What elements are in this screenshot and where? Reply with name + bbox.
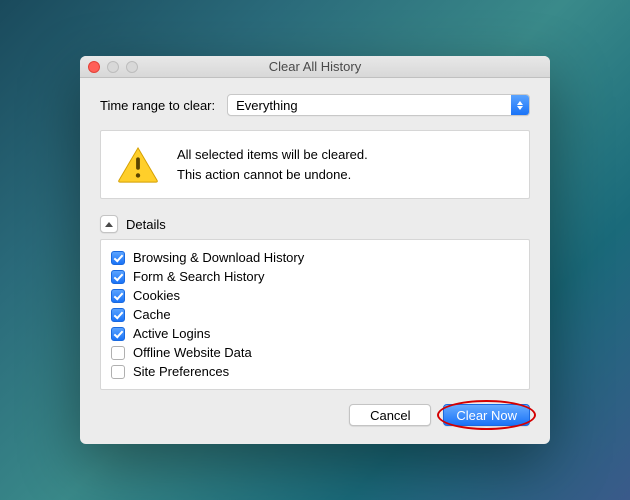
time-range-label: Time range to clear: [100,98,215,113]
dialog-content: Time range to clear: Everything All sele… [80,78,550,444]
checkbox[interactable] [111,251,125,265]
checklist-item-label: Cookies [133,288,180,303]
button-row: Cancel Clear Now [100,404,530,426]
details-checklist: Browsing & Download History Form & Search… [100,239,530,390]
warning-line-2: This action cannot be undone. [177,165,368,185]
time-range-row: Time range to clear: Everything [100,94,530,116]
clear-now-button[interactable]: Clear Now [443,404,530,426]
checklist-row: Cookies [111,286,519,305]
titlebar: Clear All History [80,56,550,78]
chevron-up-icon [105,222,113,227]
details-header: Details [100,213,530,239]
checkbox[interactable] [111,289,125,303]
details-disclosure-button[interactable] [100,215,118,233]
checklist-item-label: Site Preferences [133,364,229,379]
select-arrows-icon [511,95,529,115]
checklist-item-label: Browsing & Download History [133,250,304,265]
warning-panel: All selected items will be cleared. This… [100,130,530,199]
checkbox[interactable] [111,327,125,341]
checklist-row: Offline Website Data [111,343,519,362]
clear-now-wrap: Clear Now [443,404,530,426]
cancel-button-label: Cancel [370,408,410,423]
maximize-icon [126,61,138,73]
checklist-row: Form & Search History [111,267,519,286]
checkbox[interactable] [111,346,125,360]
checklist-row: Active Logins [111,324,519,343]
window-controls [88,61,138,73]
warning-icon [117,146,159,184]
details-label: Details [126,217,166,232]
minimize-icon [107,61,119,73]
checkbox[interactable] [111,308,125,322]
checkbox[interactable] [111,270,125,284]
checklist-row: Browsing & Download History [111,248,519,267]
clear-now-button-label: Clear Now [456,408,517,423]
dialog-window: Clear All History Time range to clear: E… [80,56,550,444]
warning-line-1: All selected items will be cleared. [177,145,368,165]
checklist-item-label: Cache [133,307,171,322]
time-range-value: Everything [236,98,297,113]
window-title: Clear All History [269,59,361,74]
checklist-item-label: Form & Search History [133,269,264,284]
checklist-row: Cache [111,305,519,324]
cancel-button[interactable]: Cancel [349,404,431,426]
checklist-item-label: Active Logins [133,326,210,341]
checklist-row: Site Preferences [111,362,519,381]
close-icon[interactable] [88,61,100,73]
checklist-item-label: Offline Website Data [133,345,252,360]
warning-text: All selected items will be cleared. This… [177,145,368,184]
checkbox[interactable] [111,365,125,379]
time-range-select[interactable]: Everything [227,94,530,116]
